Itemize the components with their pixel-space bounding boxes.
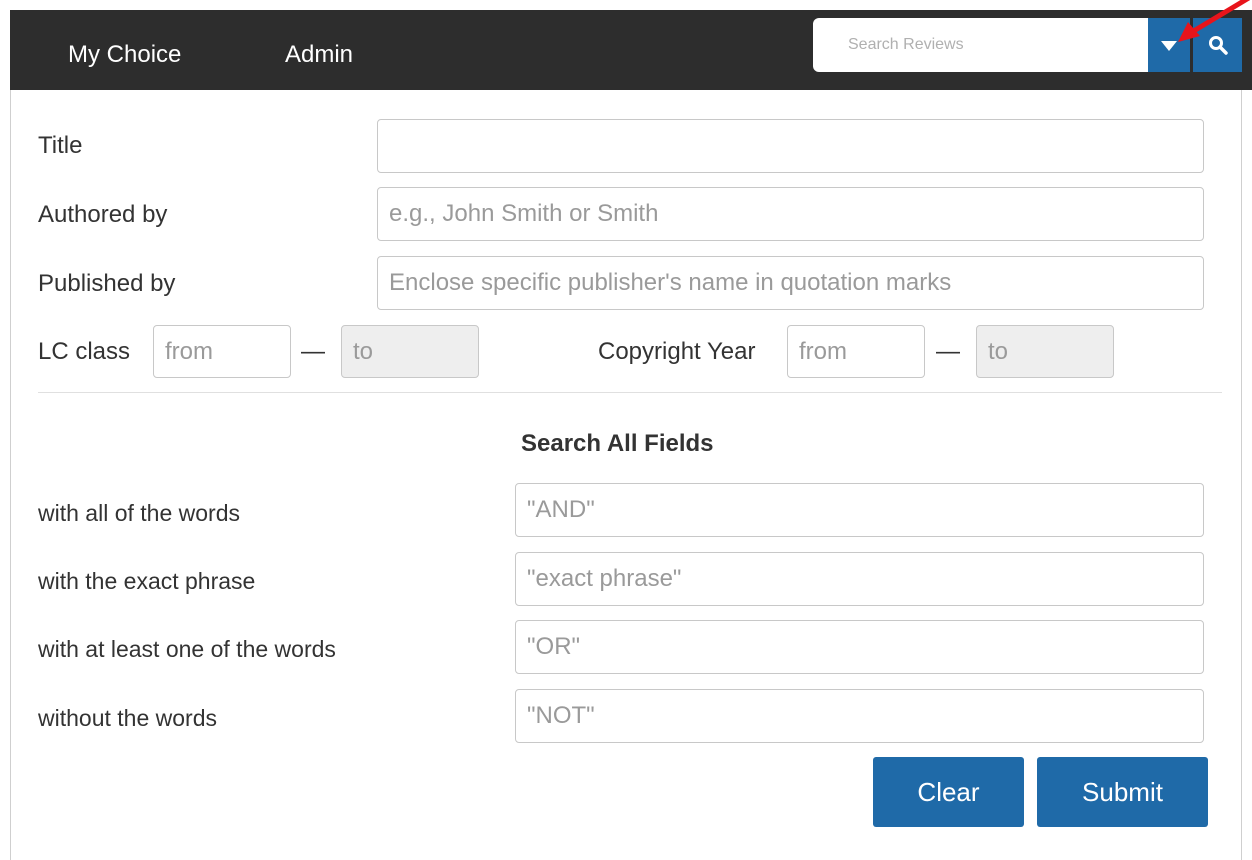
exact-phrase-label: with the exact phrase — [38, 568, 256, 594]
nav-admin[interactable]: Admin — [285, 10, 353, 90]
lc-class-from-input[interactable] — [153, 325, 291, 378]
all-words-label: with all of the words — [38, 500, 240, 526]
submit-button[interactable]: Submit — [1037, 757, 1208, 827]
nav-my-choice[interactable]: My Choice — [68, 10, 181, 90]
authored-by-label: Authored by — [38, 201, 168, 228]
lc-class-range-dash: — — [301, 338, 325, 365]
lc-class-label: LC class — [38, 338, 131, 365]
copyright-year-from-input[interactable] — [787, 325, 925, 378]
search-box — [813, 18, 1148, 72]
title-label: Title — [38, 132, 83, 159]
without-words-label: without the words — [38, 705, 217, 731]
all-words-input[interactable] — [515, 483, 1204, 537]
copyright-year-to-input[interactable] — [976, 325, 1114, 378]
lc-class-to-input[interactable] — [341, 325, 479, 378]
copyright-year-range-dash: — — [936, 338, 960, 365]
search-reviews-input[interactable] — [813, 18, 1148, 72]
authored-by-input[interactable] — [377, 187, 1204, 241]
search-options-dropdown-button[interactable] — [1148, 18, 1190, 72]
caret-down-icon — [1161, 41, 1177, 51]
published-by-input[interactable] — [377, 256, 1204, 310]
published-by-label: Published by — [38, 270, 176, 297]
section-divider — [38, 392, 1222, 393]
any-words-label: with at least one of the words — [38, 636, 336, 662]
without-words-input[interactable] — [515, 689, 1204, 743]
title-input[interactable] — [377, 119, 1204, 173]
clear-button[interactable]: Clear — [873, 757, 1024, 827]
search-all-fields-heading: Search All Fields — [521, 430, 714, 457]
magnifier-icon — [1209, 36, 1228, 55]
search-submit-button[interactable] — [1193, 18, 1242, 72]
any-words-input[interactable] — [515, 620, 1204, 674]
copyright-year-label: Copyright Year — [598, 338, 756, 365]
exact-phrase-input[interactable] — [515, 552, 1204, 606]
